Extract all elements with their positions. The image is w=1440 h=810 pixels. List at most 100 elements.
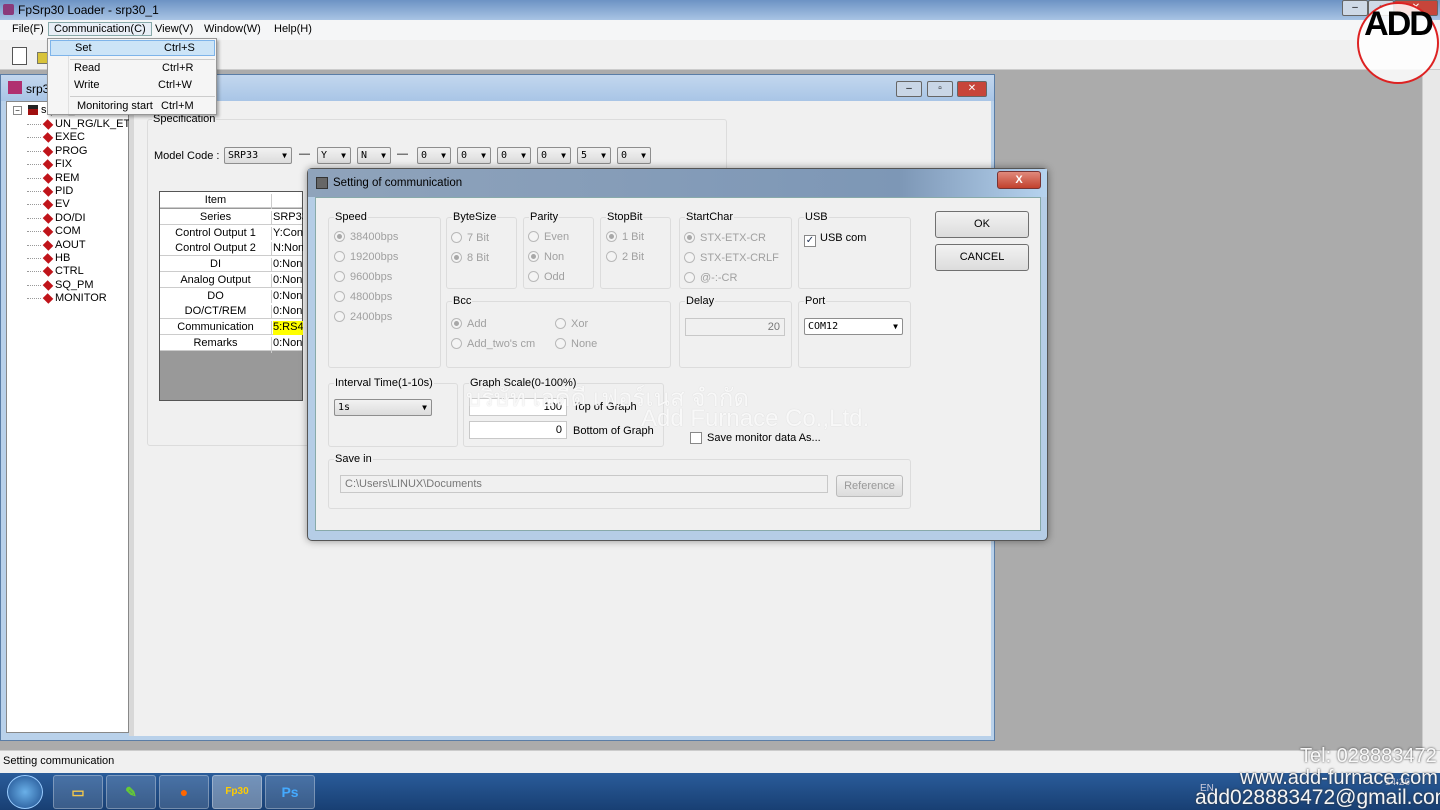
radio-startchar-option[interactable]: STX-ETX-CRLF	[684, 252, 779, 264]
radio-button-icon[interactable]	[684, 252, 695, 263]
radio-button-icon[interactable]	[606, 251, 617, 262]
delay-input[interactable]: 20	[685, 318, 785, 336]
save-path-input[interactable]: C:\Users\LINUX\Documents	[340, 475, 828, 493]
table-row[interactable]: Control Output 1 Y:Con	[160, 224, 303, 243]
menu-item-read[interactable]: Read Ctrl+R	[50, 61, 215, 77]
tree-item[interactable]: DO/DI	[55, 212, 86, 224]
table-row[interactable]: SeriesSRP33	[160, 209, 303, 227]
ok-button[interactable]: OK	[935, 211, 1029, 238]
child-minimize-button[interactable]: –	[896, 81, 922, 97]
port-select[interactable]: COM12 ▼	[804, 318, 903, 335]
new-file-icon[interactable]	[12, 47, 27, 65]
radio-startchar-option[interactable]: @-:-CR	[684, 272, 737, 284]
tree-item[interactable]: PROG	[55, 145, 87, 157]
tree-item[interactable]: AOUT	[55, 239, 86, 251]
model-code-select[interactable]: 0 ▼	[457, 147, 491, 164]
tree-item[interactable]: FIX	[55, 158, 72, 170]
taskbar-photoshop[interactable]: Ps	[265, 775, 315, 809]
taskbar-explorer[interactable]: ▭	[53, 775, 103, 809]
model-code-select[interactable]: 0 ▼	[617, 147, 651, 164]
radio-stopbit-option[interactable]: 2 Bit	[606, 251, 644, 263]
model-code-select[interactable]: SRP33 ▼	[224, 147, 292, 164]
child-close-button[interactable]: ✕	[957, 81, 987, 97]
taskbar-notepad[interactable]: ✎	[106, 775, 156, 809]
radio-button-icon[interactable]	[451, 232, 462, 243]
radio-speed-option[interactable]: 9600bps	[334, 271, 392, 283]
dialog-close-button[interactable]: X	[997, 171, 1041, 189]
radio-stopbit-option[interactable]: 1 Bit	[606, 231, 644, 243]
tree-item[interactable]: REM	[55, 172, 79, 184]
graph-bottom-input[interactable]: 0	[469, 421, 567, 439]
tree-item[interactable]: EXEC	[55, 131, 85, 143]
tree-item[interactable]: CTRL	[55, 265, 84, 277]
model-code-select[interactable]: 5 ▼	[577, 147, 611, 164]
menu-item-write[interactable]: Write Ctrl+W	[50, 78, 215, 94]
radio-button-icon[interactable]	[334, 251, 345, 262]
menu-item-set[interactable]: Set Ctrl+S	[50, 40, 215, 56]
table-row[interactable]: Analog Output 0:Non	[160, 271, 302, 290]
radio-button-icon[interactable]	[684, 232, 695, 243]
tree-item[interactable]: MONITOR	[55, 292, 107, 304]
table-row[interactable]: Communication 5:RS4	[160, 318, 303, 337]
tree-item[interactable]: EV	[55, 198, 70, 210]
radio-button-icon[interactable]	[334, 311, 345, 322]
model-code-select[interactable]: 0 ▼	[537, 147, 571, 164]
collapse-icon[interactable]: −	[13, 106, 22, 115]
interval-select[interactable]: 1s ▼	[334, 399, 432, 416]
save-monitor-checkbox[interactable]	[690, 432, 702, 444]
radio-button-icon[interactable]	[555, 338, 566, 349]
menu-item-monitoring-start[interactable]: Monitoring start Ctrl+M	[50, 99, 215, 115]
radio-button-icon[interactable]	[528, 251, 539, 262]
radio-button-icon[interactable]	[451, 338, 462, 349]
radio-startchar-option[interactable]: STX-ETX-CR	[684, 232, 766, 244]
tree-item[interactable]: COM	[55, 225, 81, 237]
menu-communication[interactable]: Communication(C)	[48, 22, 152, 36]
radio-button-icon[interactable]	[334, 231, 345, 242]
radio-button-icon[interactable]	[334, 291, 345, 302]
radio-button-icon[interactable]	[684, 272, 695, 283]
radio-speed-option[interactable]: 38400bps	[334, 231, 398, 243]
radio-button-icon[interactable]	[555, 318, 566, 329]
radio-button-icon[interactable]	[334, 271, 345, 282]
radio-button-icon[interactable]	[528, 271, 539, 282]
radio-parity-option[interactable]: Odd	[528, 271, 565, 283]
vertical-scrollbar[interactable]	[1422, 70, 1440, 750]
checkbox-checked-icon[interactable]: ✓	[804, 235, 816, 247]
taskbar-fpsrp30-loader[interactable]: Fp30	[212, 775, 262, 809]
table-row[interactable]: Control Output 2 N:Non	[160, 240, 303, 259]
radio-speed-option[interactable]: 2400bps	[334, 311, 392, 323]
tree-item[interactable]: SQ_PM	[55, 279, 94, 291]
radio-button-icon[interactable]	[451, 318, 462, 329]
radio-parity-option[interactable]: Even	[528, 231, 569, 243]
radio-button-icon[interactable]	[451, 252, 462, 263]
menu-view[interactable]: View(V)	[155, 23, 193, 35]
reference-button[interactable]: Reference	[836, 475, 903, 497]
model-code-select[interactable]: Y ▼	[317, 147, 351, 164]
table-row[interactable]: Remarks 0:Non	[160, 334, 302, 353]
radio-speed-option[interactable]: 19200bps	[334, 251, 398, 263]
radio-button-icon[interactable]	[528, 231, 539, 242]
cancel-button[interactable]: CANCEL	[935, 244, 1029, 271]
radio-bcc-option[interactable]: Xor	[555, 318, 588, 330]
taskbar-firefox[interactable]: ●	[159, 775, 209, 809]
model-code-select[interactable]: N ▼	[357, 147, 391, 164]
radio-bcc-option[interactable]: Add_two's cm	[451, 338, 535, 350]
model-code-select[interactable]: 0 ▼	[497, 147, 531, 164]
menu-window[interactable]: Window(W)	[204, 23, 261, 35]
table-row[interactable]: DI 0:Non	[160, 256, 302, 275]
table-row[interactable]: DO/CT/REM 0:Non	[160, 303, 302, 322]
menu-file[interactable]: File(F)	[12, 23, 44, 35]
tree-item[interactable]: HB	[55, 252, 70, 264]
usb-com-checkbox[interactable]: ✓ USB com	[804, 232, 866, 247]
table-row[interactable]: DO 0:Non	[160, 287, 302, 306]
tree-item[interactable]: UN_RG/LK_ET	[55, 118, 130, 130]
radio-button-icon[interactable]	[606, 231, 617, 242]
radio-parity-option[interactable]: Non	[528, 251, 564, 263]
menu-help[interactable]: Help(H)	[274, 23, 312, 35]
tree-item[interactable]: PID	[55, 185, 73, 197]
radio-bcc-option[interactable]: None	[555, 338, 597, 350]
radio-bytesize-option[interactable]: 8 Bit	[451, 252, 489, 264]
radio-speed-option[interactable]: 4800bps	[334, 291, 392, 303]
radio-bytesize-option[interactable]: 7 Bit	[451, 232, 489, 244]
radio-bcc-option[interactable]: Add	[451, 318, 487, 330]
